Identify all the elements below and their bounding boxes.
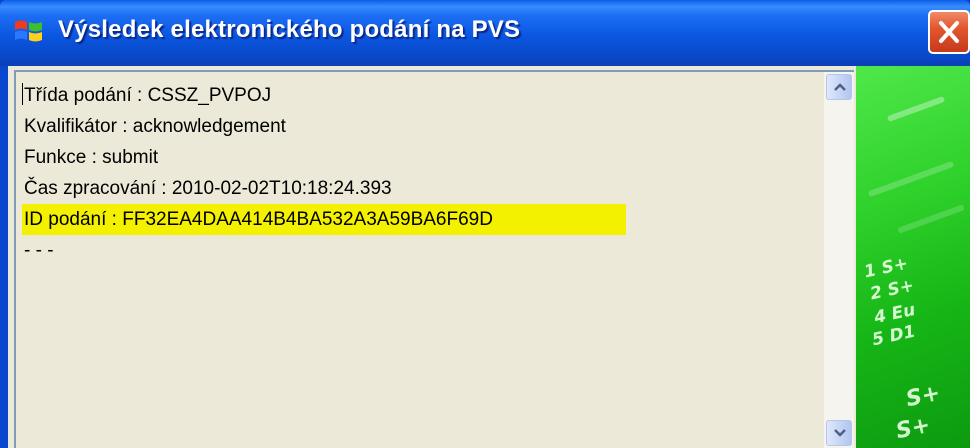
line-processing-time: Čas zpracování : 2010-02-02T10:18:24.393 — [24, 178, 392, 199]
line-qualifier: Kvalifikátor : acknowledgement — [24, 116, 286, 137]
result-text-area[interactable]: Třída podání : CSSZ_PVPOJ Kvalifikátor :… — [14, 70, 854, 448]
scroll-up-button[interactable] — [826, 74, 852, 100]
title-bar[interactable]: Výsledek elektronického podání na PVS — [0, 0, 970, 66]
result-window: Výsledek elektronického podání na PVS Tř… — [0, 0, 970, 448]
decor-streak — [886, 95, 946, 123]
line-separator: - - - — [24, 240, 54, 261]
line-submission-class: Třída podání : CSSZ_PVPOJ — [24, 85, 272, 106]
decor-streak — [897, 204, 965, 234]
decor-glyph: S+ — [893, 412, 933, 445]
windows-flag-icon — [12, 14, 46, 48]
scroll-down-button[interactable] — [826, 420, 852, 446]
window-title: Výsledek elektronického podání na PVS — [58, 16, 521, 43]
result-lines: Třída podání : CSSZ_PVPOJ Kvalifikátor :… — [22, 80, 822, 266]
decorative-side-panel: 1 S+ 2 S+ 4 Eu 5 D1 S+ S+ — [856, 66, 970, 448]
window-frame-left — [0, 66, 8, 448]
close-button[interactable] — [928, 10, 970, 54]
decor-glyph: S+ — [903, 380, 943, 413]
window-content: Třída podání : CSSZ_PVPOJ Kvalifikátor :… — [8, 66, 970, 448]
line-function: Funkce : submit — [24, 147, 159, 168]
decor-streak — [867, 160, 955, 198]
chevron-down-icon — [834, 429, 846, 437]
line-submission-id: ID podání : FF32EA4DAA414B4BA532A3A59BA6… — [22, 204, 626, 235]
close-icon — [939, 21, 959, 43]
vertical-scrollbar[interactable] — [824, 72, 854, 448]
chevron-up-icon — [834, 83, 846, 91]
